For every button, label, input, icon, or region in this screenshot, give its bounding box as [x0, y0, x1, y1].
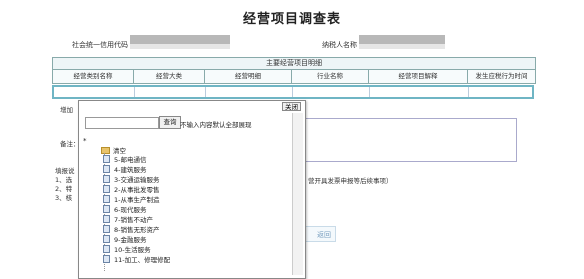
tree-item[interactable]: 11-加工、修理修配 [103, 254, 170, 264]
tree-item[interactable]: 9-金融服务 [103, 234, 146, 244]
business-category-cell[interactable] [54, 87, 135, 97]
remark-textarea[interactable] [305, 118, 517, 162]
column-header: 经营明细 [205, 70, 292, 83]
tree-item[interactable]: 7-销售不动产 [103, 214, 153, 224]
tree-item-label: 3-交通运输服务 [114, 176, 160, 184]
item-explanation-cell[interactable] [370, 87, 469, 97]
credit-code-label: 社会统一信用代码 [72, 41, 128, 49]
tree-item-label: 7-销售不动产 [114, 216, 153, 224]
taxable-time-cell[interactable] [469, 87, 532, 97]
tree-item-label: 8-销售无形资产 [114, 226, 160, 234]
tree-item[interactable]: 6-现代服务 [103, 204, 146, 214]
tree-item[interactable]: 5-邮电通信 [103, 154, 146, 164]
page-title: 经营项目调查表 [242, 12, 341, 27]
remark-label: 备注： [60, 140, 80, 148]
tree-item[interactable]: 1-从事生产制造 [103, 194, 159, 204]
close-button[interactable]: 关闭 [282, 102, 301, 111]
popup-scrollbar[interactable] [292, 113, 303, 275]
taxpayer-name-redaction [359, 35, 445, 44]
document-icon [103, 185, 110, 193]
tree-item[interactable]: 2-从事批发零售 [103, 184, 159, 194]
tree-item[interactable]: 4-建筑服务 [103, 164, 146, 174]
tree-item[interactable]: 3-交通运输服务 [103, 174, 159, 184]
taxpayer-name-redaction-shade [359, 44, 445, 49]
add-button[interactable]: 增加 [60, 104, 73, 114]
column-header: 发生应税行为时间 [475, 72, 528, 80]
tree-item-label: 6-现代服务 [114, 206, 147, 214]
document-icon [103, 235, 110, 243]
tree-item-label: 4-建筑服务 [114, 166, 147, 174]
credit-code-redaction [130, 35, 230, 44]
document-icon [103, 195, 110, 203]
document-icon [103, 245, 110, 253]
business-category-popup: 关闭 查询 不输入内容默认全部展现 * 清空 5-邮电通信 4-建筑服务 3-交… [78, 100, 306, 279]
tree-item[interactable]: 10-生活服务 [103, 244, 151, 254]
tree-item-label: 9-金融服务 [114, 236, 147, 244]
tree-item-label: 5-邮电通信 [114, 156, 147, 164]
search-hint: 不输入内容默认全部展现 [180, 121, 252, 129]
credit-code-redaction-shade [130, 44, 230, 49]
search-input[interactable] [85, 117, 159, 129]
business-class-cell[interactable] [135, 87, 206, 97]
query-button[interactable]: 查询 [159, 116, 181, 129]
tree-item[interactable]: 8-销售无形资产 [103, 224, 159, 234]
document-icon [103, 175, 110, 183]
document-icon [103, 225, 110, 233]
table-input-row[interactable] [52, 85, 534, 99]
tree-item-label: 1-从事生产制造 [114, 196, 160, 204]
tree-item-label: 10-生活服务 [114, 246, 151, 254]
column-header: 经营大类 [134, 70, 205, 83]
tree-item-label: 11-加工、修理修配 [114, 256, 171, 264]
folder-icon [101, 146, 110, 154]
document-icon [103, 255, 110, 263]
document-icon [103, 205, 110, 213]
tree-item-label: 2-从事批发零售 [114, 186, 160, 194]
column-header: 经营类别名称 [53, 70, 134, 83]
document-icon [103, 155, 110, 163]
tips-line: 3、核 [55, 194, 73, 202]
table-column-headers: 经营类别名称 经营大类 经营明细 行业名称 经营项目解释 发生应税行为时间 [52, 70, 536, 84]
table-header: 主要经营项目明细 [52, 57, 536, 70]
document-icon [103, 165, 110, 173]
tree-root[interactable]: * [83, 137, 87, 145]
document-icon [103, 215, 110, 223]
column-header: 行业名称 [292, 70, 369, 83]
taxpayer-name-label: 纳税人名称 [322, 41, 357, 49]
column-header: 经营项目解释 [369, 70, 468, 83]
industry-name-cell[interactable] [293, 87, 370, 97]
business-detail-cell[interactable] [206, 87, 293, 97]
tips-note: 营开具发票申报等后续事项） [308, 177, 393, 185]
